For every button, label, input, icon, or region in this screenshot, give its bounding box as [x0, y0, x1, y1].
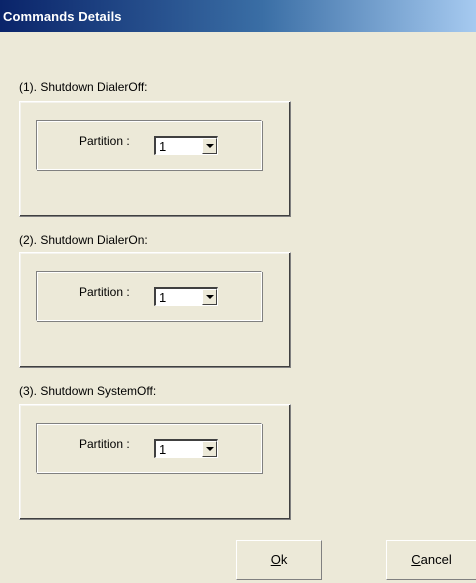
cancel-button[interactable]: Cancel: [386, 540, 476, 580]
section-panel-system-off: Partition : 1: [19, 404, 291, 520]
partition-label: Partition :: [79, 285, 130, 299]
title-bar[interactable]: Commands Details: [0, 0, 476, 32]
partition-select-system-off[interactable]: 1: [154, 439, 218, 458]
partition-select-dialer-on[interactable]: 1: [154, 287, 218, 306]
section-panel-dialer-on: Partition : 1: [19, 252, 291, 368]
ok-button[interactable]: Ok: [236, 540, 322, 580]
section-label-system-off: (3). Shutdown SystemOff:: [19, 384, 157, 398]
partition-frame: Partition : 1: [36, 423, 262, 473]
cancel-mnemonic: C: [411, 552, 421, 567]
ok-mnemonic: O: [270, 552, 281, 567]
partition-label: Partition :: [79, 437, 130, 451]
cancel-label-rest: ancel: [420, 552, 452, 567]
commands-details-dialog: Commands Details (1). Shutdown DialerOff…: [0, 0, 476, 583]
partition-label: Partition :: [79, 134, 130, 148]
dropdown-arrow-icon[interactable]: [202, 138, 217, 154]
section-label-dialer-off: (1). Shutdown DialerOff:: [19, 80, 148, 94]
dropdown-arrow-icon[interactable]: [202, 289, 217, 305]
partition-select-dialer-off[interactable]: 1: [154, 136, 218, 155]
partition-value: 1: [159, 442, 167, 457]
window-title: Commands Details: [3, 9, 122, 24]
partition-value: 1: [159, 290, 167, 305]
partition-frame: Partition : 1: [36, 120, 262, 170]
section-panel-dialer-off: Partition : 1: [19, 101, 291, 217]
section-label-dialer-on: (2). Shutdown DialerOn:: [19, 233, 148, 247]
partition-value: 1: [159, 139, 167, 154]
dropdown-arrow-icon[interactable]: [202, 441, 217, 457]
ok-label-rest: k: [280, 552, 288, 567]
partition-frame: Partition : 1: [36, 271, 262, 321]
